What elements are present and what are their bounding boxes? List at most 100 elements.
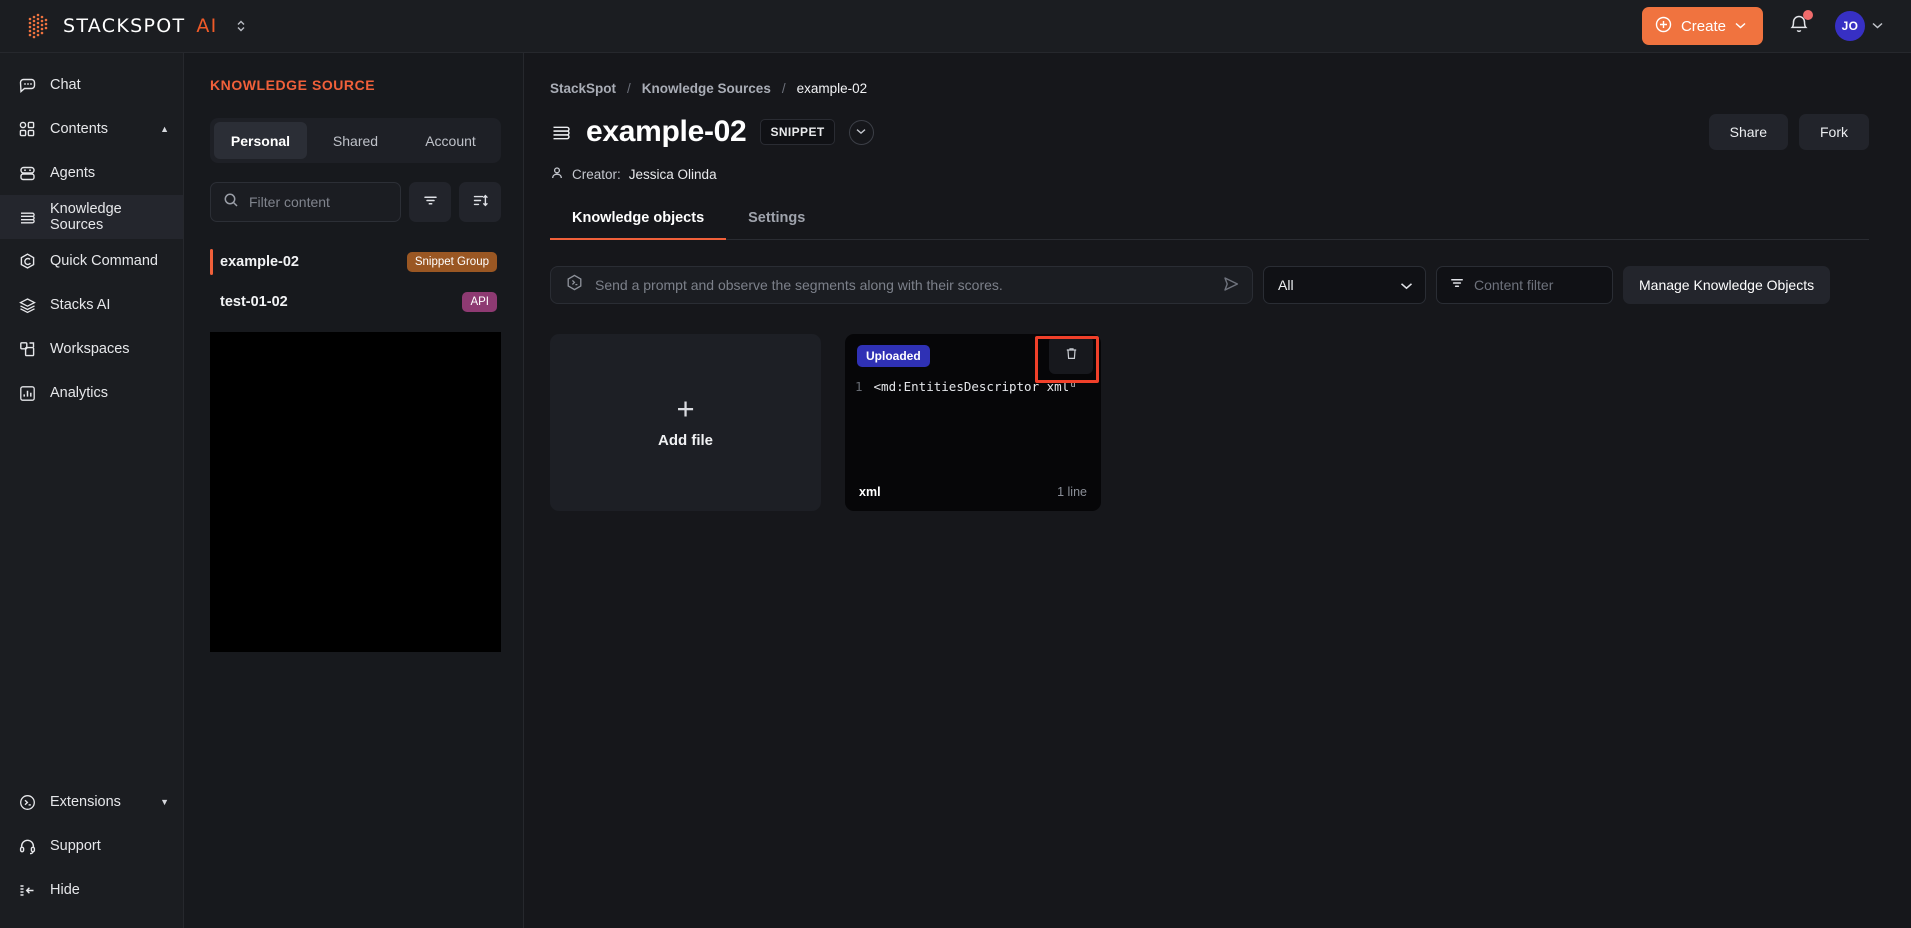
breadcrumb: StackSpot / Knowledge Sources / example-… xyxy=(550,81,1869,96)
breadcrumb-item-current: example-02 xyxy=(796,81,868,96)
knowledge-source-list: example-02 Snippet Group test-01-02 API xyxy=(210,242,501,652)
filter-icon xyxy=(1449,275,1465,296)
type-select-value: All xyxy=(1278,277,1294,293)
knowledge-source-icon xyxy=(17,207,37,227)
status-badge: Uploaded xyxy=(857,345,930,367)
knowledge-objects-grid: + Add file Uploaded 1 <md:EntitiesDescri… xyxy=(550,334,1869,511)
brand-ai-label: AI xyxy=(196,15,218,37)
status-badge: Snippet Group xyxy=(406,252,497,272)
sidebar-item-label: Stacks AI xyxy=(50,297,111,313)
plus-circle-icon xyxy=(1655,16,1672,37)
code-text: <md:EntitiesDescriptor xmlᵘ xyxy=(873,379,1077,394)
chevron-up-icon: ▲ xyxy=(160,124,169,134)
sidebar-nav: Chat Contents ▲ Agents Knowledge Sources… xyxy=(0,53,184,928)
creator-info: Creator: Jessica Olinda xyxy=(550,166,1869,183)
sidebar-bottom: Extensions ▼ Support Hide xyxy=(0,780,183,928)
body: Chat Contents ▲ Agents Knowledge Sources… xyxy=(0,53,1911,928)
panel-search-row xyxy=(210,182,501,222)
sidebar-item-hide[interactable]: Hide xyxy=(0,868,183,912)
sidebar-item-analytics[interactable]: Analytics xyxy=(0,371,183,415)
tab-shared[interactable]: Shared xyxy=(309,122,402,159)
sidebar-item-label: Contents xyxy=(50,121,109,137)
terminal-hex-icon xyxy=(565,273,584,297)
add-file-card[interactable]: + Add file xyxy=(550,334,821,511)
brand-logo[interactable]: STACKSPOT AI xyxy=(0,12,247,41)
sidebar-item-support[interactable]: Support xyxy=(0,824,183,868)
chevron-down-icon xyxy=(1872,20,1883,32)
sidebar-item-label: Analytics xyxy=(50,385,109,401)
knowledge-object-card[interactable]: Uploaded 1 <md:EntitiesDescriptor xmlᵘ x… xyxy=(845,334,1101,511)
prompt-field[interactable] xyxy=(550,266,1253,304)
sidebar-item-contents[interactable]: Contents ▲ xyxy=(0,107,183,151)
sidebar-item-chat[interactable]: Chat xyxy=(0,63,183,107)
main-content: StackSpot / Knowledge Sources / example-… xyxy=(524,53,1911,928)
quick-command-icon xyxy=(17,251,37,271)
sidebar-item-label: Hide xyxy=(50,882,80,898)
delete-object-button[interactable] xyxy=(1049,336,1093,374)
send-button[interactable] xyxy=(1220,273,1242,298)
sort-button[interactable] xyxy=(459,182,501,222)
layers-icon xyxy=(17,295,37,315)
content-filter-field[interactable] xyxy=(1436,266,1613,304)
chevron-up-down-icon[interactable] xyxy=(235,18,247,34)
breadcrumb-item-knowledge-sources[interactable]: Knowledge Sources xyxy=(642,81,771,96)
chevron-down-icon xyxy=(1400,277,1413,293)
panel-title: KNOWLEDGE SOURCE xyxy=(210,77,376,93)
notifications-button[interactable] xyxy=(1785,9,1813,43)
search-icon xyxy=(223,192,239,213)
fork-button[interactable]: Fork xyxy=(1799,114,1869,150)
sidebar-item-label: Quick Command xyxy=(50,253,158,269)
sidebar-item-label: Workspaces xyxy=(50,341,130,357)
line-number: 1 xyxy=(855,379,863,394)
chevron-down-icon xyxy=(1735,20,1746,32)
filter-content-search[interactable] xyxy=(210,182,401,222)
title-dropdown-button[interactable] xyxy=(848,119,874,145)
language-label: xml xyxy=(859,485,881,499)
sidebar-item-agents[interactable]: Agents xyxy=(0,151,183,195)
search-input[interactable] xyxy=(249,194,388,210)
prompt-input[interactable] xyxy=(595,277,1209,293)
tab-knowledge-objects[interactable]: Knowledge objects xyxy=(550,210,727,240)
top-bar-actions: Create JO xyxy=(1641,7,1911,45)
add-file-label: Add file xyxy=(658,431,713,449)
create-button[interactable]: Create xyxy=(1641,7,1763,45)
list-item-name: example-02 xyxy=(220,254,299,270)
chat-bubble-icon xyxy=(17,75,37,95)
sidebar-item-knowledge-sources[interactable]: Knowledge Sources xyxy=(0,195,183,239)
code-preview: 1 <md:EntitiesDescriptor xmlᵘ xyxy=(845,379,1101,394)
title-row: example-02 SNIPPET Share Fork xyxy=(550,114,1869,150)
sidebar-item-extensions[interactable]: Extensions ▼ xyxy=(0,780,183,824)
tab-account[interactable]: Account xyxy=(404,122,497,159)
headset-icon xyxy=(17,836,37,856)
chevron-down-icon xyxy=(856,127,866,137)
content-filter-input[interactable] xyxy=(1474,277,1600,293)
notification-dot xyxy=(1803,9,1813,20)
sidebar-item-workspaces[interactable]: Workspaces xyxy=(0,327,183,371)
line-count-label: 1 line xyxy=(1057,485,1087,499)
create-button-label: Create xyxy=(1680,17,1726,35)
robot-icon xyxy=(17,163,37,183)
type-select[interactable]: All xyxy=(1263,266,1426,304)
tab-settings[interactable]: Settings xyxy=(726,210,827,239)
workspaces-icon xyxy=(17,339,37,359)
manage-knowledge-objects-button[interactable]: Manage Knowledge Objects xyxy=(1623,266,1831,304)
creator-label: Creator: xyxy=(572,167,621,182)
bar-chart-icon xyxy=(17,383,37,403)
sidebar-item-label: Support xyxy=(50,838,101,854)
page-title: example-02 xyxy=(586,115,747,148)
list-item[interactable]: test-01-02 API xyxy=(210,282,501,322)
send-icon xyxy=(1222,275,1240,296)
sidebar-item-quick-command[interactable]: Quick Command xyxy=(0,239,183,283)
filter-icon xyxy=(422,192,439,212)
tab-personal[interactable]: Personal xyxy=(214,122,307,159)
sidebar-item-label: Agents xyxy=(50,165,96,181)
sidebar-item-label: Knowledge Sources xyxy=(50,201,122,233)
breadcrumb-item-stackspot[interactable]: StackSpot xyxy=(550,81,616,96)
filter-button[interactable] xyxy=(409,182,451,222)
user-menu[interactable]: JO xyxy=(1835,11,1883,41)
sidebar-item-stacks-ai[interactable]: Stacks AI xyxy=(0,283,183,327)
list-item[interactable]: example-02 Snippet Group xyxy=(210,242,501,282)
scope-tabs: Personal Shared Account xyxy=(210,118,501,163)
share-button[interactable]: Share xyxy=(1708,114,1788,150)
